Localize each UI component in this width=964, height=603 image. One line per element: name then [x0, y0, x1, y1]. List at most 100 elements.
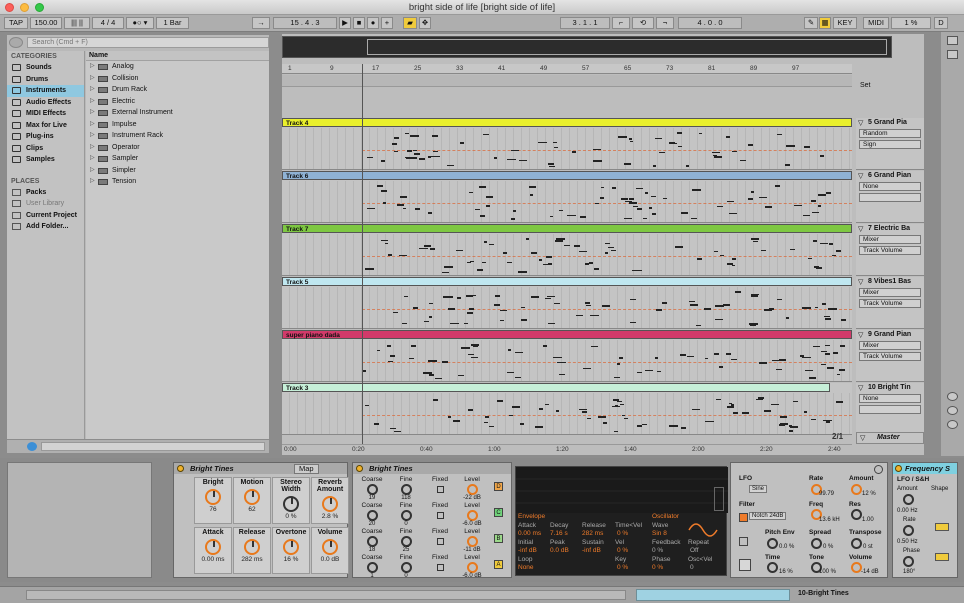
midi-note[interactable] [758, 362, 768, 364]
midi-note[interactable] [485, 196, 494, 198]
expand-triangle-icon[interactable]: ▷ [90, 96, 95, 108]
midi-note[interactable] [785, 317, 790, 319]
midi-note[interactable] [713, 156, 722, 158]
macro-control[interactable]: Overtone 16 % [272, 527, 310, 574]
punch-out-icon[interactable]: ¬ [656, 17, 674, 29]
midi-note[interactable] [688, 300, 695, 303]
midi-note[interactable] [374, 423, 379, 425]
tempo-field[interactable]: 150.00 [30, 17, 62, 29]
midi-note[interactable] [515, 351, 524, 353]
midi-note[interactable] [758, 397, 764, 399]
midi-note[interactable] [597, 416, 607, 418]
midi-note[interactable] [414, 153, 421, 155]
midi-note[interactable] [697, 258, 703, 260]
envelope-zoom-icon[interactable] [714, 487, 724, 511]
rack-title-bar[interactable]: Bright Tines Map [174, 463, 347, 474]
midi-note[interactable] [685, 165, 689, 167]
midi-note[interactable] [620, 403, 624, 406]
midi-note[interactable] [828, 308, 837, 310]
browser-search-input[interactable]: Search (Cmd + F) [27, 37, 269, 48]
midi-note[interactable] [628, 138, 633, 140]
rack-map-button[interactable]: Map [294, 464, 319, 474]
midi-note[interactable] [715, 318, 724, 321]
browser-item[interactable]: ▷ Sampler [86, 153, 269, 165]
midi-note[interactable] [820, 350, 827, 352]
midi-note[interactable] [466, 312, 473, 314]
place-packs[interactable]: Packs [7, 187, 84, 199]
midi-note[interactable] [376, 185, 384, 187]
midi-note[interactable] [393, 137, 399, 139]
arrangement-track[interactable]: Track 3 [282, 383, 852, 435]
midi-note[interactable] [804, 411, 808, 413]
macro-knob[interactable] [205, 489, 221, 505]
midi-note[interactable] [397, 204, 405, 206]
midi-note[interactable] [629, 140, 633, 142]
midi-note[interactable] [535, 426, 543, 428]
midi-note[interactable] [461, 347, 470, 349]
set-locator-button[interactable]: Set [860, 82, 871, 89]
loop-length-field[interactable]: 4 . 0 . 0 [678, 17, 742, 29]
sustain-value[interactable]: -inf dB [582, 547, 601, 554]
midi-note[interactable] [761, 249, 766, 251]
midi-note[interactable] [393, 311, 399, 314]
midi-note[interactable] [643, 217, 648, 220]
midi-note[interactable] [419, 158, 425, 160]
midi-note[interactable] [679, 354, 687, 356]
midi-note[interactable] [403, 295, 409, 298]
midi-note[interactable] [661, 302, 667, 304]
clip-header[interactable]: super piano dada [282, 330, 852, 339]
quantize-menu[interactable]: 1 Bar [156, 17, 189, 29]
midi-note[interactable] [391, 143, 397, 145]
midi-note[interactable] [718, 366, 723, 368]
op-level-knob[interactable] [466, 536, 478, 547]
fixed-checkbox[interactable] [436, 512, 444, 519]
midi-note[interactable] [494, 295, 500, 297]
midi-note[interactable] [419, 247, 428, 249]
midi-note[interactable] [801, 356, 811, 359]
midi-note[interactable] [518, 159, 527, 162]
expand-triangle-icon[interactable]: ▷ [90, 165, 95, 177]
midi-note[interactable] [785, 145, 795, 147]
track-fold-icon[interactable]: ▽ [858, 119, 863, 127]
midi-note[interactable] [530, 252, 538, 254]
op-coarse-control[interactable]: Coarse 19 [357, 476, 387, 501]
midi-note[interactable] [650, 195, 657, 198]
midi-note[interactable] [779, 416, 787, 418]
midi-note[interactable] [433, 150, 439, 153]
arrangement-track[interactable]: super piano dada [282, 330, 852, 382]
fixed-checkbox[interactable] [436, 564, 444, 571]
midi-note[interactable] [774, 185, 780, 187]
preview-toggle-icon[interactable] [27, 442, 37, 451]
follow-icon[interactable]: ●○ ▾ [126, 17, 154, 29]
midi-note[interactable] [663, 197, 667, 199]
automation-parameter-menu[interactable]: Track Volume [859, 352, 921, 361]
midi-note[interactable] [788, 425, 793, 427]
track-header[interactable]: ▽ 5 Grand Pia Random Sign [856, 118, 924, 170]
midi-note[interactable] [488, 243, 495, 246]
midi-note[interactable] [816, 267, 823, 269]
midi-note[interactable] [447, 308, 455, 310]
time-knob[interactable] [767, 562, 778, 573]
midi-note[interactable] [481, 261, 486, 264]
clip-overview-strip[interactable] [636, 589, 790, 601]
midi-note[interactable] [552, 356, 562, 359]
midi-note[interactable] [447, 416, 451, 418]
follow-arrow-icon[interactable]: → [252, 17, 270, 29]
midi-note[interactable] [826, 367, 835, 369]
midi-note[interactable] [555, 410, 560, 412]
clip-content[interactable] [282, 128, 852, 169]
expand-triangle-icon[interactable]: ▷ [90, 176, 95, 188]
midi-note[interactable] [727, 200, 734, 203]
browser-item[interactable]: ▷ External Instrument [86, 107, 269, 119]
midi-note[interactable] [608, 246, 615, 249]
macro-knob[interactable] [283, 496, 299, 512]
midi-note[interactable] [630, 298, 636, 301]
arrangement-track[interactable]: Track 4 [282, 118, 852, 170]
midi-note[interactable] [590, 345, 599, 348]
automation-arm-icon[interactable]: ▰ [403, 17, 417, 29]
midi-note[interactable] [579, 408, 588, 411]
midi-note[interactable] [413, 149, 418, 152]
midi-note[interactable] [414, 208, 421, 210]
midi-note[interactable] [483, 241, 488, 243]
midi-note[interactable] [530, 296, 539, 298]
